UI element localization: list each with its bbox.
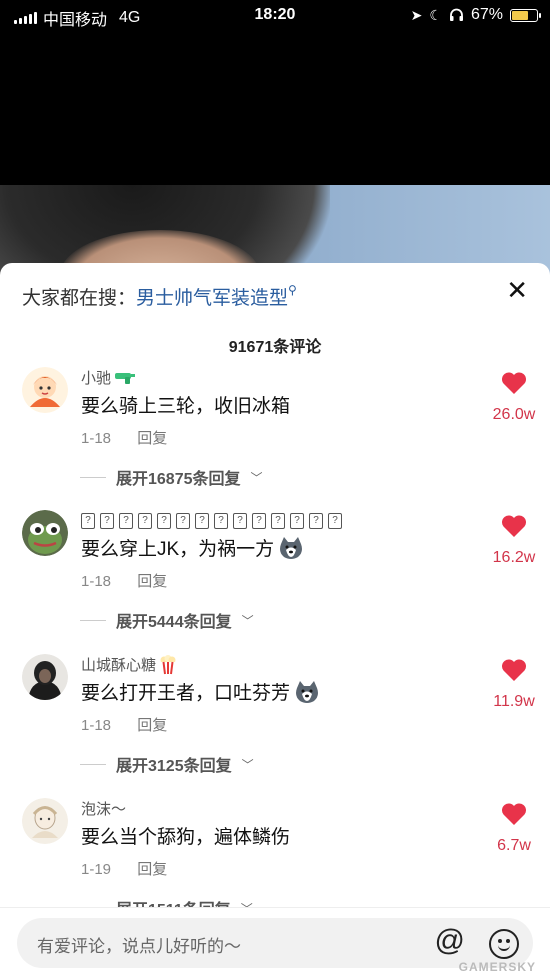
husky-emoji-icon [280,536,303,559]
expand-replies[interactable]: 展开16875条回复 ﹀ [80,465,263,489]
expand-replies-label: 展开3125条回复 [116,758,232,775]
comment-item: ?????????????? 要么穿上JK，为祸一方 1-18 回复 展开544… [0,510,550,655]
reply-button[interactable]: 回复 [137,717,167,734]
avatar[interactable] [22,367,68,413]
comments-count: 91671条评论 [228,339,322,356]
like-button[interactable]: 26.0w [486,371,542,424]
watermark: GAMERSKY [458,960,536,974]
comment-input-placeholder: 有爱评论，说点儿好听的～ [37,937,241,956]
heart-icon [501,515,527,537]
heart-icon [501,803,527,825]
like-count: 16.2w [492,549,536,566]
comment-input-bar: 有爱评论，说点儿好听的～ @ GAMERSKY [0,907,550,978]
username[interactable]: ?????????????? [81,513,344,529]
battery-icon [510,8,541,22]
divider [80,619,106,621]
comment-input[interactable]: 有爱评论，说点儿好听的～ @ [17,918,533,968]
comments-panel: 大家都在搜：男士帅气军装造型⚲ ✕ 91671条评论 小驰 要么骑上三轮，收旧冰… [0,263,550,978]
trending-search-prefix: 大家都在搜： [22,288,137,309]
divider [80,763,106,765]
username[interactable]: 小驰 [81,367,136,388]
username[interactable]: 山城酥心糖 [81,654,177,675]
heart-icon [501,372,527,394]
water-gun-icon [115,372,136,384]
avatar[interactable] [22,654,68,700]
like-count: 11.9w [493,693,535,710]
popcorn-icon [160,654,176,674]
comment-meta: 1-19 回复 [81,858,167,879]
expand-replies[interactable]: 展开3125条回复 ﹀ [80,752,254,776]
expand-replies[interactable]: 展开5444条回复 ﹀ [80,608,254,632]
battery-percent: 67% [470,6,503,23]
reply-button[interactable]: 回复 [137,861,167,878]
location-icon: ➤ [410,6,423,23]
husky-emoji-icon [296,680,319,703]
comment-meta: 1-18 回复 [81,570,167,591]
comment-date: 1-18 [81,717,112,734]
reply-button[interactable]: 回复 [137,573,167,590]
comment-text: 要么穿上JK，为祸一方 [81,534,304,561]
search-icon: ⚲ [288,283,297,297]
comment-date: 1-19 [81,861,112,878]
comment-text: 要么当个舔狗，遍体鳞伤 [81,827,291,848]
divider [80,476,106,478]
username[interactable]: 泡沫～ [81,798,126,819]
like-button[interactable]: 16.2w [486,514,542,567]
status-bar: 中国移动 4G 18:20 ➤ ☾ 67% [0,0,550,30]
heart-icon [501,659,527,681]
comment-item: 山城酥心糖 要么打开王者，口吐芬芳 1-18 回复 展开3125条回复 ﹀ 11… [0,654,550,799]
status-icons: ➤ ☾ 67% [410,6,541,24]
comment-date: 1-18 [81,573,112,590]
headphones-icon [449,8,463,21]
avatar[interactable] [22,510,68,556]
chevron-down-icon: ﹀ [241,613,254,628]
comment-item: 小驰 要么骑上三轮，收旧冰箱 1-18 回复 展开16875条回复 ﹀ 26.0… [0,367,550,512]
close-icon[interactable]: ✕ [506,277,528,303]
trending-search[interactable]: 大家都在搜：男士帅气军装造型⚲ [22,283,297,310]
reply-button[interactable]: 回复 [137,430,167,447]
mention-icon[interactable]: @ [435,926,465,956]
like-count: 26.0w [492,406,536,423]
comment-date: 1-18 [81,430,112,447]
comment-meta: 1-18 回复 [81,714,167,735]
chevron-down-icon: ﹀ [250,470,263,485]
expand-replies-label: 展开5444条回复 [116,614,232,631]
like-button[interactable]: 6.7w [486,802,542,855]
comment-text: 要么打开王者，口吐芬芳 [81,678,320,705]
avatar[interactable] [22,798,68,844]
like-count: 6.7w [497,837,531,854]
chevron-down-icon: ﹀ [241,757,254,772]
expand-replies-label: 展开16875条回复 [116,471,241,488]
emoji-icon[interactable] [489,929,519,959]
comment-meta: 1-18 回复 [81,427,167,448]
moon-icon: ☾ [429,6,442,23]
like-button[interactable]: 11.9w [486,658,542,711]
trending-search-keyword[interactable]: 男士帅气军装造型 [136,288,288,309]
comment-text: 要么骑上三轮，收旧冰箱 [81,396,291,417]
